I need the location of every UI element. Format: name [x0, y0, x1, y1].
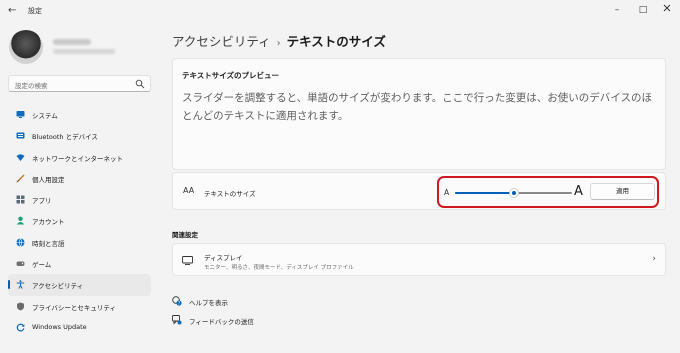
slider-thumb[interactable] — [508, 188, 519, 198]
display-settings-row[interactable]: ディスプレイ モニター、明るさ、夜間モード、ディスプレイ プロファイル › — [172, 243, 666, 276]
sidebar-item-network[interactable]: ネットワークとインターネット — [8, 147, 151, 168]
search-box[interactable]: 設定の検索 — [8, 75, 151, 92]
redacted-user-name — [53, 39, 91, 45]
text-size-slider[interactable] — [455, 188, 572, 198]
slider-min-label: A — [444, 188, 450, 197]
breadcrumb-parent[interactable]: アクセシビリティ — [172, 34, 271, 49]
feedback-icon — [172, 315, 182, 325]
chevron-right-icon: › — [652, 254, 656, 264]
maximize-icon[interactable]: □ — [636, 4, 650, 16]
slider-fill — [455, 192, 514, 194]
sidebar-item-privacy[interactable]: プライバシーとセキュリティ — [8, 296, 151, 317]
back-arrow-icon[interactable]: ← — [8, 5, 20, 17]
slider-max-label: A — [574, 184, 583, 199]
avatar — [9, 30, 43, 64]
breadcrumb-separator-icon: › — [276, 38, 281, 49]
display-subtitle: モニター、明るさ、夜間モード、ディスプレイ プロファイル — [204, 265, 354, 271]
minimize-icon[interactable]: – — [610, 4, 624, 16]
update-icon — [16, 323, 25, 332]
sidebar-item-accounts[interactable]: アカウント — [8, 210, 151, 231]
sidebar-item-bluetooth[interactable]: Bluetooth とデバイス — [8, 125, 151, 146]
feedback-link-label[interactable]: フィードバックの送信 — [189, 316, 254, 326]
search-icon — [135, 79, 145, 89]
text-size-icon: AA — [183, 186, 195, 195]
related-settings-heading: 関連設定 — [172, 231, 198, 239]
sidebar-item-accessibility[interactable]: アクセシビリティ — [8, 274, 151, 296]
close-icon[interactable] — [660, 4, 674, 16]
preview-text: スライダーを調整すると、単語のサイズが変わります。ここで行った変更は、お使いのデ… — [182, 92, 652, 122]
redacted-user-email — [53, 49, 115, 54]
wifi-icon — [16, 153, 25, 161]
sidebar-item-apps[interactable]: アプリ — [8, 189, 151, 210]
preview-title: テキストサイズのプレビュー — [182, 71, 280, 80]
sidebar-item-gaming[interactable]: ゲーム — [8, 253, 151, 274]
accessibility-icon — [16, 280, 25, 290]
title-bar: ← 設定 – □ — [0, 0, 680, 22]
breadcrumb: アクセシビリティ › テキストのサイズ — [172, 31, 386, 50]
svg-text:?: ? — [178, 301, 180, 306]
monitor-icon — [16, 111, 25, 118]
person-icon — [16, 217, 25, 225]
globe-icon — [16, 238, 25, 247]
gamepad-icon — [16, 261, 25, 267]
brush-icon — [16, 174, 25, 183]
window-title: 設定 — [28, 7, 42, 15]
search-input[interactable]: 設定の検索 — [15, 80, 48, 90]
sidebar-item-windows-update[interactable]: Windows Update — [8, 317, 151, 338]
bluetooth-icon — [16, 132, 25, 139]
help-link-label[interactable]: ヘルプを表示 — [189, 297, 228, 307]
display-title: ディスプレイ — [204, 254, 243, 262]
sidebar-nav: システム Bluetooth とデバイス ネットワークとインターネット 個人用設… — [8, 104, 151, 338]
apply-button[interactable]: 適用 — [590, 183, 655, 200]
display-icon — [182, 256, 193, 265]
shield-icon — [17, 302, 24, 311]
sidebar-item-personalization[interactable]: 個人用設定 — [8, 168, 151, 189]
page-title: テキストのサイズ — [286, 34, 386, 49]
text-size-preview-card: テキストサイズのプレビュー スライダーを調整すると、単語のサイズが変わります。こ… — [172, 58, 666, 170]
sidebar-item-system[interactable]: システム — [8, 104, 151, 125]
help-icon: ? — [172, 296, 182, 306]
text-size-label: テキストのサイズ — [204, 190, 256, 198]
apps-icon — [16, 195, 25, 204]
sidebar-item-time-language[interactable]: 時刻と言語 — [8, 232, 151, 253]
